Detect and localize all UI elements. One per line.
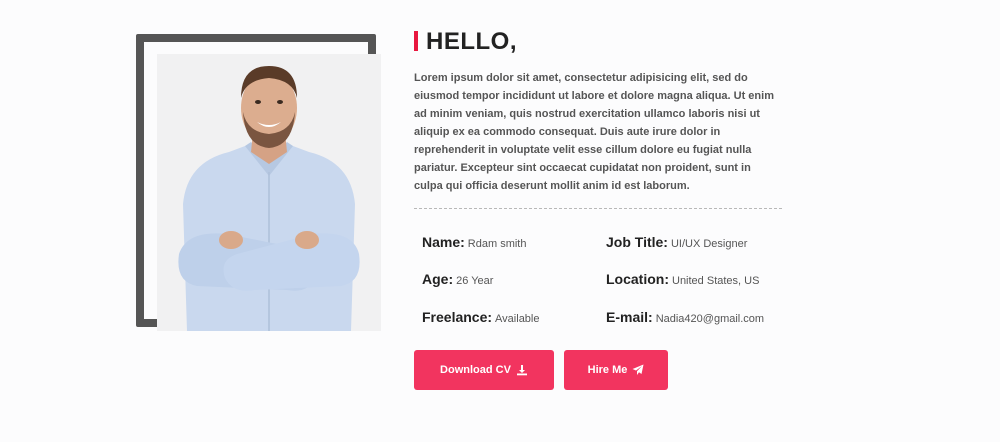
info-age-label: Age:: [422, 271, 454, 287]
profile-photo: [157, 54, 381, 331]
divider: [414, 208, 782, 209]
download-icon: [516, 364, 528, 376]
info-age-value: 26 Year: [456, 275, 494, 287]
intro-paragraph: Lorem ipsum dolor sit amet, consectetur …: [414, 72, 774, 192]
info-location-value: United States, US: [672, 275, 760, 287]
info-job-title: Job Title: UI/UX Designer: [606, 234, 747, 250]
info-location-label: Location:: [606, 271, 669, 287]
heading-text: HELLO,: [426, 28, 517, 55]
info-age: Age: 26 Year: [422, 271, 493, 287]
info-job-label: Job Title:: [606, 234, 668, 250]
info-freelance-label: Freelance:: [422, 309, 493, 325]
info-name-value: Rdam smith: [467, 238, 527, 250]
heading-accent-bar: [414, 31, 418, 51]
info-job-value: UI/UX Designer: [670, 238, 748, 250]
hire-me-label: Hire Me: [587, 364, 628, 376]
hire-me-button[interactable]: Hire Me: [564, 350, 668, 390]
info-email-label: E-mail:: [606, 309, 653, 325]
info-freelance-value: Available: [495, 313, 540, 325]
download-cv-button[interactable]: Download CV: [414, 350, 554, 390]
info-location: Location: United States, US: [606, 271, 759, 287]
info-name: Name: Rdam smith: [422, 234, 526, 250]
download-cv-label: Download CV: [440, 364, 511, 376]
info-email-value[interactable]: Nadia420@gmail.com: [656, 313, 764, 325]
info-name-label: Name:: [422, 234, 465, 250]
about-heading: HELLO,: [414, 28, 517, 56]
info-email: E-mail: Nadia420@gmail.com: [606, 309, 764, 325]
paper-plane-icon: [632, 364, 644, 376]
info-freelance: Freelance: Available: [422, 309, 540, 325]
